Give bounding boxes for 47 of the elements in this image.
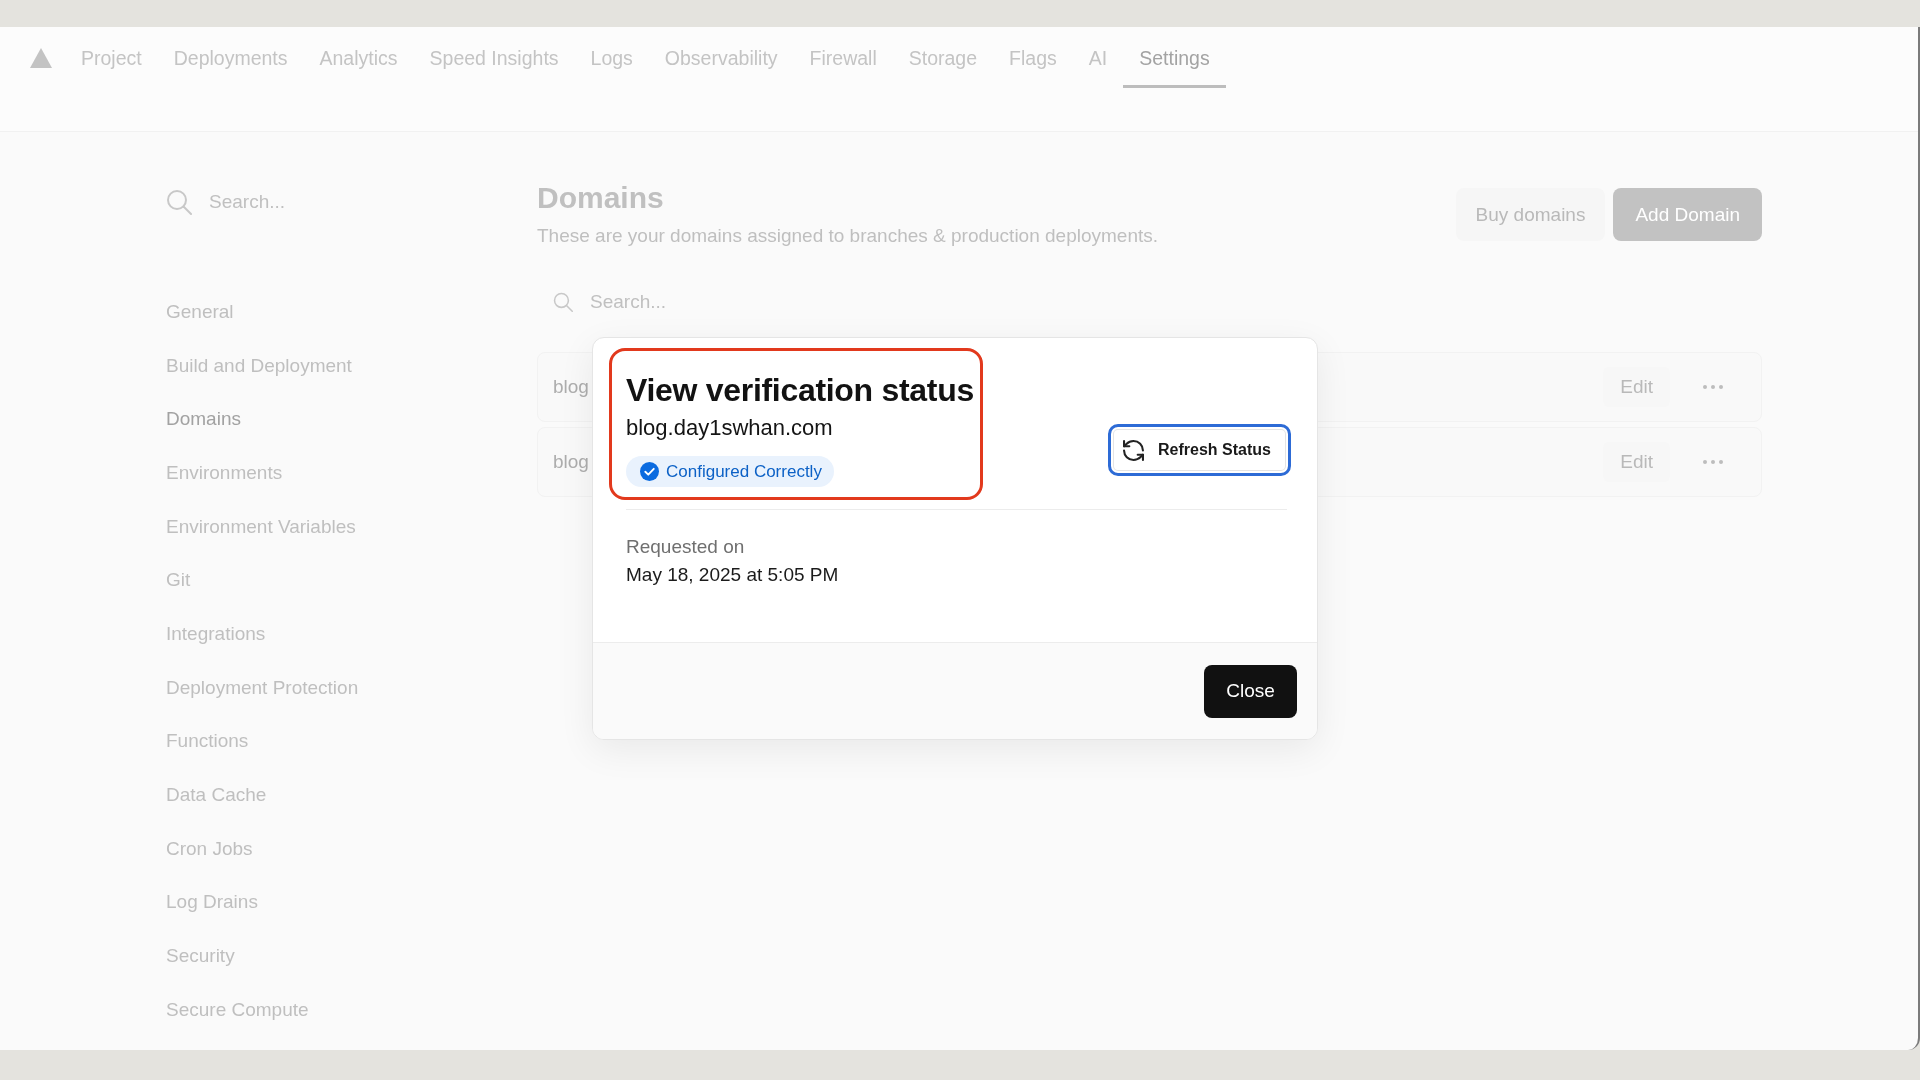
more-icon[interactable] — [1703, 460, 1723, 464]
nav-tab[interactable]: Analytics — [303, 27, 414, 88]
sidebar-item[interactable]: Build and Deployment — [150, 338, 352, 393]
primary-button[interactable]: Add Domain — [1613, 188, 1762, 241]
nav-tab[interactable]: Deployments — [157, 27, 304, 88]
nav-tab[interactable]: AI — [1072, 27, 1124, 88]
sidebar-item[interactable]: Integrations — [150, 607, 266, 661]
domain-name: blog — [553, 451, 589, 473]
status-text: Configured Correctly — [666, 461, 822, 482]
refresh-status-button[interactable]: Refresh Status — [1108, 424, 1291, 476]
search-icon — [166, 189, 192, 215]
nav-tab[interactable]: Firewall — [793, 27, 893, 88]
close-button[interactable]: Close — [1204, 664, 1297, 718]
page-title: Domains — [537, 180, 664, 216]
sidebar-item[interactable]: Cron Jobs — [150, 821, 253, 876]
sidebar-item[interactable]: Git — [150, 553, 191, 608]
domain-text: blog.day1swhan.com — [626, 415, 833, 441]
sidebar-item[interactable]: Data Cache — [150, 768, 267, 822]
sidebar-item[interactable]: Functions — [150, 714, 249, 769]
secondary-button[interactable]: Buy domains — [1455, 188, 1606, 241]
dialog-title: View verification status — [626, 371, 974, 409]
search-field[interactable]: Search... — [209, 182, 472, 222]
sidebar-item[interactable]: Environments — [150, 446, 283, 500]
sidebar-item[interactable]: Deployment Protection — [150, 660, 359, 715]
nav-tab[interactable]: Project — [65, 27, 158, 88]
search-field[interactable]: Search... — [590, 283, 1762, 320]
sidebar-item[interactable]: Security — [150, 929, 235, 983]
nav-tab[interactable]: Settings — [1123, 27, 1226, 88]
refresh-icon — [1123, 439, 1144, 461]
sidebar-item[interactable]: Domains — [150, 392, 241, 447]
nav-tab[interactable]: Flags — [993, 27, 1073, 88]
check-circle-icon — [640, 462, 659, 481]
more-icon[interactable] — [1703, 385, 1723, 389]
search-icon — [553, 291, 573, 312]
sidebar-item[interactable]: Log Drains — [150, 875, 258, 930]
page-subtitle: These are your domains assigned to branches & production deployments. — [537, 224, 1159, 248]
requested-label: Requested on — [626, 535, 745, 559]
triangle-logo-icon[interactable] — [30, 48, 52, 68]
sidebar-item[interactable]: Environment Variables — [150, 499, 356, 554]
requested-date: May 18, 2025 at 5:05 PM — [626, 563, 839, 587]
sidebar-item[interactable]: Secure Compute — [150, 982, 309, 1037]
nav-tab[interactable]: Storage — [892, 27, 994, 88]
sidebar-item[interactable]: General — [150, 285, 234, 339]
nav-tab[interactable]: Logs — [574, 27, 649, 88]
nav-tab[interactable]: Speed Insights — [413, 27, 575, 88]
domain-name: blog — [553, 376, 589, 398]
nav-tab[interactable]: Observability — [648, 27, 794, 88]
